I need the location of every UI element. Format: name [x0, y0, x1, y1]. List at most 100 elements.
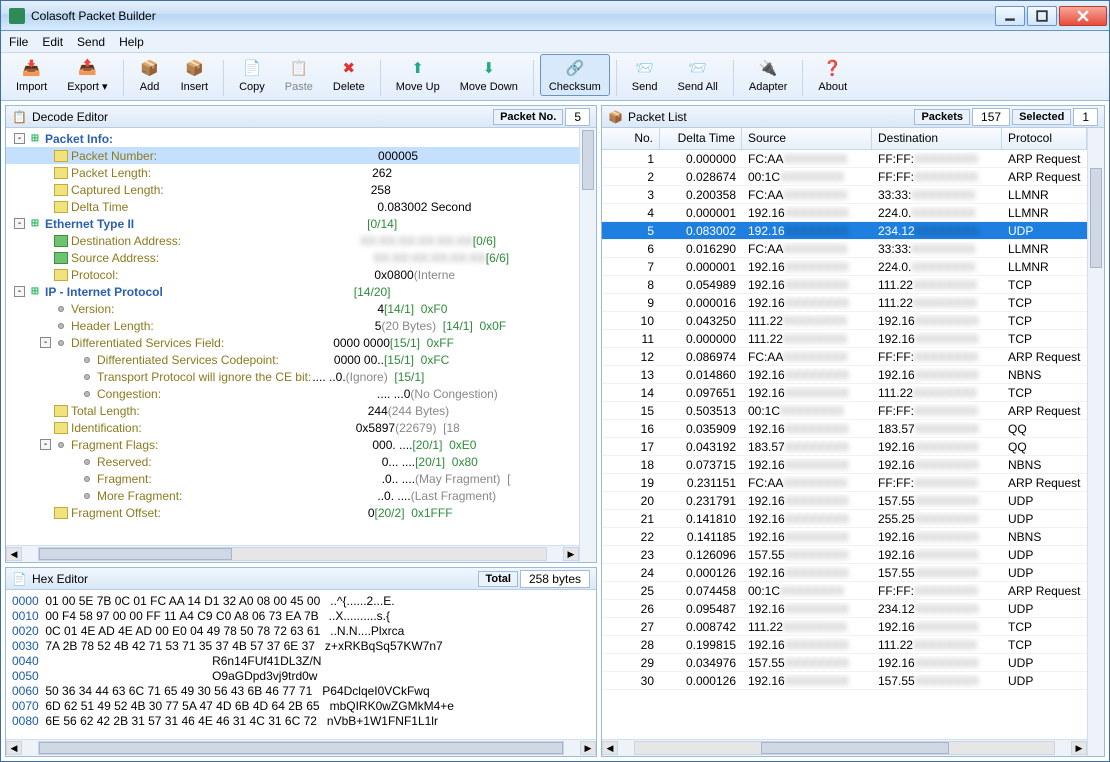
packetlist-rows[interactable]: 10.000000FC:AAXXXXXXXXFF:FF:XXXXXXXXARP …	[602, 150, 1087, 739]
packet-row[interactable]: 230.126096157.55XXXXXXXX192.16XXXXXXXXUD…	[602, 546, 1087, 564]
tree-row[interactable]: Identification:0x5897 (22679) [18	[6, 419, 579, 436]
packet-row[interactable]: 250.07445800:1CXXXXXXXXFF:FF:XXXXXXXXARP…	[602, 582, 1087, 600]
hex-line[interactable]: 0080 6E 56 62 42 2B 31 57 31 46 4E 46 31…	[12, 714, 590, 729]
toolbar-delete[interactable]: ✖Delete	[324, 54, 374, 96]
packet-row[interactable]: 210.141810192.16XXXXXXXX255.25XXXXXXXXUD…	[602, 510, 1087, 528]
hex-body[interactable]: 0000 01 00 5E 7B 0C 01 FC AA 14 D1 32 A0…	[6, 590, 596, 739]
col-destination[interactable]: Destination	[872, 128, 1002, 149]
packet-row[interactable]: 100.043250111.22XXXXXXXX192.16XXXXXXXXTC…	[602, 312, 1087, 330]
tree-toggle[interactable]: -	[14, 133, 25, 144]
tree-row[interactable]: Header Length:5 (20 Bytes) [14/1] 0x0F	[6, 317, 579, 334]
packet-row[interactable]: 110.000000111.22XXXXXXXX192.16XXXXXXXXTC…	[602, 330, 1087, 348]
packet-row[interactable]: 270.008742111.22XXXXXXXX192.16XXXXXXXXTC…	[602, 618, 1087, 636]
tree-row[interactable]: -⊞Packet Info:	[6, 130, 579, 147]
close-button[interactable]	[1059, 6, 1107, 26]
packet-row[interactable]: 80.054989192.16XXXXXXXX111.22XXXXXXXXTCP	[602, 276, 1087, 294]
toolbar-movedown[interactable]: ⬇Move Down	[451, 54, 527, 96]
packet-row[interactable]: 30.200358FC:AAXXXXXXXX33:33:XXXXXXXXLLMN…	[602, 186, 1087, 204]
packet-row[interactable]: 160.035909192.16XXXXXXXX183.57XXXXXXXXQQ	[602, 420, 1087, 438]
tree-row[interactable]: Source Address:XX:XX:XX:XX:XX:XX [6/6]	[6, 249, 579, 266]
tree-row[interactable]: Captured Length:258	[6, 181, 579, 198]
decode-tree[interactable]: -⊞Packet Info:Packet Number:000005Packet…	[6, 128, 579, 545]
tree-row[interactable]: Total Length:244 (244 Bytes)	[6, 402, 579, 419]
tree-row[interactable]: Destination Address:XX:XX:XX:XX:XX:XX [0…	[6, 232, 579, 249]
tree-row[interactable]: Protocol:0x0800 (Interne	[6, 266, 579, 283]
col-deltatime[interactable]: Delta Time	[660, 128, 742, 149]
hex-line[interactable]: 0040 R6n14FUf41DL3Z/N	[12, 654, 590, 669]
hex-hscroll[interactable]: ◀▶	[6, 739, 596, 756]
tree-row[interactable]: -Differentiated Services Field:0000 0000…	[6, 334, 579, 351]
tree-toggle[interactable]: -	[40, 439, 51, 450]
toolbar-export[interactable]: 📤Export ▾	[58, 53, 116, 96]
tree-row[interactable]: Fragment Offset:0 [20/2] 0x1FFF	[6, 504, 579, 521]
toolbar-sendall[interactable]: 📨Send All	[668, 54, 726, 96]
toolbar-checksum[interactable]: 🔗Checksum	[540, 54, 610, 96]
packetlist-hscroll[interactable]: ◀▶	[602, 739, 1087, 756]
decode-vscroll[interactable]	[579, 128, 596, 562]
tree-row[interactable]: Congestion:.... ...0 (No Congestion)	[6, 385, 579, 402]
menu-edit[interactable]: Edit	[42, 35, 63, 49]
packet-row[interactable]: 90.000016192.16XXXXXXXX111.22XXXXXXXXTCP	[602, 294, 1087, 312]
toolbar-insert[interactable]: 📦Insert	[172, 54, 218, 96]
packet-row[interactable]: 120.086974FC:AAXXXXXXXXFF:FF:XXXXXXXXARP…	[602, 348, 1087, 366]
packet-row[interactable]: 150.50351300:1CXXXXXXXXFF:FF:XXXXXXXXARP…	[602, 402, 1087, 420]
toolbar-add[interactable]: 📦Add	[130, 54, 170, 96]
packet-row[interactable]: 70.000001192.16XXXXXXXX224.0.XXXXXXXXLLM…	[602, 258, 1087, 276]
packet-row[interactable]: 290.034976157.55XXXXXXXX192.16XXXXXXXXUD…	[602, 654, 1087, 672]
hex-line[interactable]: 0020 0C 01 4E AD 4E AD 00 E0 04 49 78 50…	[12, 624, 590, 639]
decode-hscroll[interactable]: ◀▶	[6, 545, 579, 562]
tree-row[interactable]: Reserved:0... .... [20/1] 0x80	[6, 453, 579, 470]
toolbar-copy[interactable]: 📄Copy	[230, 54, 274, 96]
tree-row[interactable]: Version:4 [14/1] 0xF0	[6, 300, 579, 317]
toolbar-moveup[interactable]: ⬆Move Up	[387, 54, 449, 96]
packet-row[interactable]: 50.083002192.16XXXXXXXX234.12XXXXXXXXUDP	[602, 222, 1087, 240]
hex-line[interactable]: 0050 O9aGDpd3vj9trd0w	[12, 669, 590, 684]
maximize-button[interactable]	[1027, 6, 1057, 26]
packet-row[interactable]: 200.231791192.16XXXXXXXX157.55XXXXXXXXUD…	[602, 492, 1087, 510]
hex-line[interactable]: 0070 6D 62 51 49 52 4B 30 77 5A 47 4D 6B…	[12, 699, 590, 714]
packet-row[interactable]: 170.043192183.57XXXXXXXX192.16XXXXXXXXQQ	[602, 438, 1087, 456]
packet-row[interactable]: 190.231151FC:AAXXXXXXXXFF:FF:XXXXXXXXARP…	[602, 474, 1087, 492]
packet-row[interactable]: 60.016290FC:AAXXXXXXXX33:33:XXXXXXXXLLMN…	[602, 240, 1087, 258]
toolbar-send[interactable]: 📨Send	[623, 54, 667, 96]
tree-row[interactable]: -⊞Ethernet Type II [0/14]	[6, 215, 579, 232]
tree-row[interactable]: -Fragment Flags:000. .... [20/1] 0xE0	[6, 436, 579, 453]
packet-row[interactable]: 220.141185192.16XXXXXXXX192.16XXXXXXXXNB…	[602, 528, 1087, 546]
hex-line[interactable]: 0000 01 00 5E 7B 0C 01 FC AA 14 D1 32 A0…	[12, 594, 590, 609]
hex-line[interactable]: 0030 7A 2B 78 52 4B 42 71 53 71 35 37 4B…	[12, 639, 590, 654]
toolbar-adapter[interactable]: 🔌Adapter	[740, 54, 797, 96]
toolbar-about[interactable]: ❓About	[809, 54, 856, 96]
packet-row[interactable]: 180.073715192.16XXXXXXXX192.16XXXXXXXXNB…	[602, 456, 1087, 474]
col-protocol[interactable]: Protocol	[1002, 128, 1087, 149]
tree-row[interactable]: Transport Protocol will ignore the CE bi…	[6, 368, 579, 385]
packetlist-vscroll[interactable]	[1087, 128, 1104, 756]
col-no[interactable]: No.	[602, 128, 660, 149]
menu-send[interactable]: Send	[77, 35, 105, 49]
minimize-button[interactable]	[995, 6, 1025, 26]
tree-row[interactable]: Packet Number:000005	[6, 147, 579, 164]
tree-row[interactable]: Packet Length:262	[6, 164, 579, 181]
tree-row[interactable]: -⊞IP - Internet Protocol [14/20]	[6, 283, 579, 300]
col-source[interactable]: Source	[742, 128, 872, 149]
packet-row[interactable]: 20.02867400:1CXXXXXXXXFF:FF:XXXXXXXXARP …	[602, 168, 1087, 186]
menu-file[interactable]: File	[9, 35, 28, 49]
packetlist-columns[interactable]: No.Delta TimeSourceDestinationProtocol	[602, 128, 1087, 150]
tree-toggle[interactable]: -	[14, 286, 25, 297]
packet-row[interactable]: 240.000126192.16XXXXXXXX157.55XXXXXXXXUD…	[602, 564, 1087, 582]
packet-row[interactable]: 260.095487192.16XXXXXXXX234.12XXXXXXXXUD…	[602, 600, 1087, 618]
tree-row[interactable]: More Fragment:..0. .... (Last Fragment)	[6, 487, 579, 504]
tree-toggle[interactable]: -	[40, 337, 51, 348]
packet-row[interactable]: 10.000000FC:AAXXXXXXXXFF:FF:XXXXXXXXARP …	[602, 150, 1087, 168]
packet-row[interactable]: 40.000001192.16XXXXXXXX224.0.XXXXXXXXLLM…	[602, 204, 1087, 222]
packet-row[interactable]: 300.000126192.16XXXXXXXX157.55XXXXXXXXUD…	[602, 672, 1087, 690]
menu-help[interactable]: Help	[119, 35, 144, 49]
tree-row[interactable]: Delta Time0.083002 Second	[6, 198, 579, 215]
tree-row[interactable]: Differentiated Services Codepoint:0000 0…	[6, 351, 579, 368]
hex-line[interactable]: 0060 50 36 34 44 63 6C 71 65 49 30 56 43…	[12, 684, 590, 699]
toolbar-import[interactable]: 📥Import	[7, 54, 56, 96]
tree-toggle[interactable]: -	[14, 218, 25, 229]
packet-row[interactable]: 280.199815192.16XXXXXXXX111.22XXXXXXXXTC…	[602, 636, 1087, 654]
tree-row[interactable]: Fragment:.0.. .... (May Fragment) [	[6, 470, 579, 487]
packet-row[interactable]: 140.097651192.16XXXXXXXX111.22XXXXXXXXTC…	[602, 384, 1087, 402]
packet-row[interactable]: 130.014860192.16XXXXXXXX192.16XXXXXXXXNB…	[602, 366, 1087, 384]
